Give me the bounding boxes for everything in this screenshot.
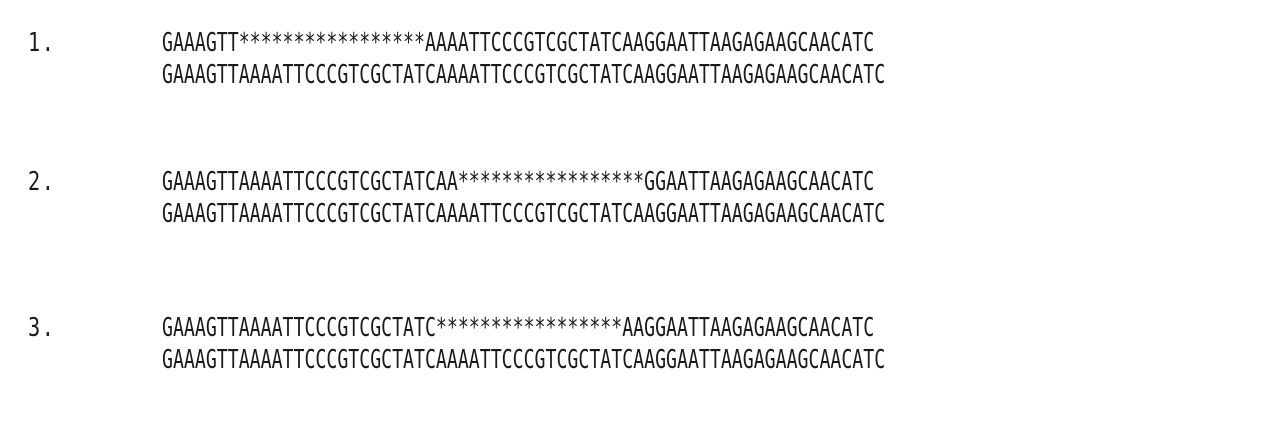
query-sequence: GAAAGTT*****************AAAATTCCCGTCGCTA… (162, 28, 875, 58)
reference-sequence: GAAAGTTAAAATTCCCGTCGCTATCAAAATTCCCGTCGCT… (162, 345, 886, 375)
query-sequence: GAAAGTTAAAATTCCCGTCGCTATCAA*************… (162, 167, 875, 197)
reference-sequence: GAAAGTTAAAATTCCCGTCGCTATCAAAATTCCCGTCGCT… (162, 199, 886, 229)
reference-sequence: GAAAGTTAAAATTCCCGTCGCTATCAAAATTCCCGTCGCT… (162, 60, 886, 90)
alignment-number: 2. (28, 167, 56, 197)
alignment-number: 1. (28, 28, 56, 58)
alignment-number: 3. (28, 313, 56, 343)
query-sequence: GAAAGTTAAAATTCCCGTCGCTATC***************… (162, 313, 875, 343)
